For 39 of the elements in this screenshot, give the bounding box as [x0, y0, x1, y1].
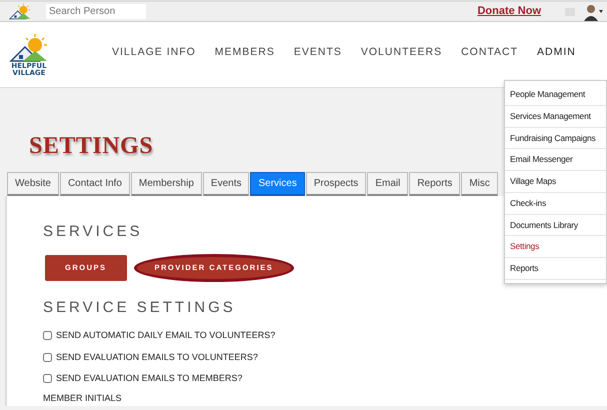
checkbox[interactable]: [43, 374, 52, 384]
menu-item[interactable]: Reports: [505, 258, 606, 280]
nav-link[interactable]: EVENTS: [294, 44, 342, 60]
search-field[interactable]: Search Person: [46, 4, 146, 19]
house-sun-icon: [9, 32, 49, 62]
nav-link[interactable]: VOLUNTEERS: [360, 44, 442, 60]
menu-item[interactable]: People Management: [505, 84, 606, 106]
settings-tab[interactable]: Website: [7, 172, 59, 196]
avatar-icon[interactable]: [583, 2, 603, 20]
settings-tab[interactable]: Reports: [409, 172, 460, 196]
option-label: SEND EVALUATION EMAILS TO VOLUNTEERS?: [56, 350, 258, 364]
option-label: SEND EVALUATION EMAILS TO MEMBERS?: [56, 372, 242, 385]
menu-item[interactable]: Documents Library: [505, 214, 606, 236]
settings-tab[interactable]: Email: [367, 172, 408, 196]
settings-tab[interactable]: Services: [250, 172, 305, 196]
field-label: MEMBER INITIALS: [43, 392, 123, 404]
menu-item[interactable]: Check-ins: [505, 192, 606, 214]
section-heading: SERVICES: [43, 222, 143, 242]
nav-link[interactable]: MEMBERS: [214, 44, 275, 60]
checkbox[interactable]: [43, 352, 52, 362]
settings-tab[interactable]: Events: [202, 172, 250, 196]
menu-item[interactable]: Settings: [505, 236, 606, 258]
nav-link[interactable]: CONTACT: [461, 44, 518, 60]
helpful-village-small-logo-icon[interactable]: [8, 3, 32, 20]
section-heading: SERVICE SETTINGS: [43, 298, 236, 318]
menu-item[interactable]: Village Maps: [505, 171, 606, 193]
settings-tab[interactable]: Prospects: [306, 172, 366, 196]
menu-item[interactable]: Services Management: [505, 106, 606, 128]
menu-item[interactable]: Fundraising Campaigns: [505, 128, 606, 150]
checkbox[interactable]: [43, 331, 52, 340]
nav-link[interactable]: VILLAGE INFO: [112, 44, 196, 60]
menu-item[interactable]: Email Messenger: [505, 149, 606, 171]
page-title: SETTINGS: [29, 132, 154, 158]
settings-tab[interactable]: Membership: [130, 172, 202, 196]
nav-link[interactable]: ADMIN: [537, 44, 576, 60]
option-label: SEND AUTOMATIC DAILY EMAIL TO VOLUNTEERS?: [56, 329, 276, 342]
donate-link[interactable]: Donate Now: [477, 3, 541, 20]
settings-tab[interactable]: Contact Info: [60, 172, 130, 196]
settings-tab[interactable]: Misc: [461, 172, 498, 196]
